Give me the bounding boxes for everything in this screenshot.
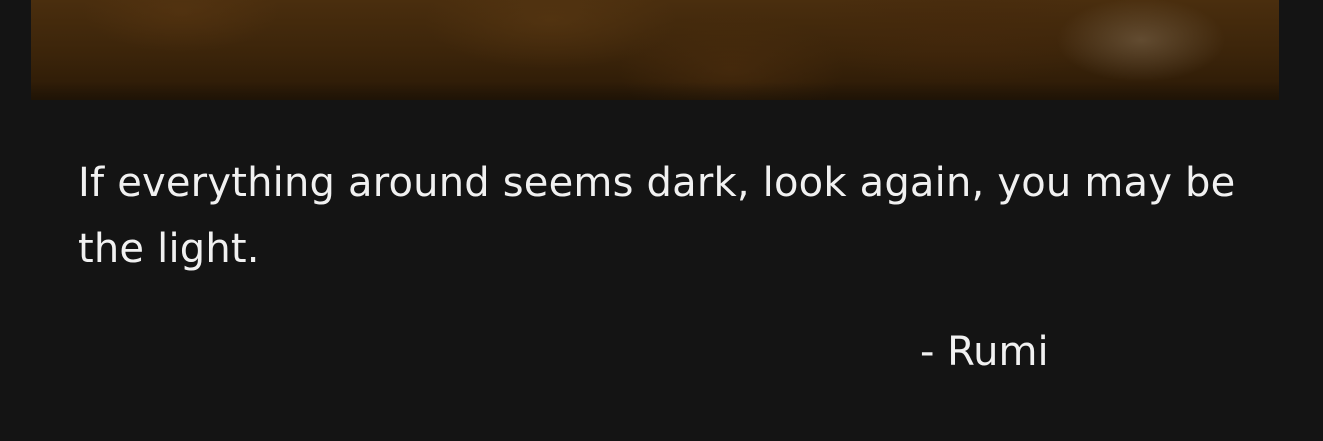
quote-card: If everything around seems dark, look ag… <box>0 0 1323 441</box>
quote-text: If everything around seems dark, look ag… <box>78 160 1236 272</box>
quote-author: - Rumi <box>920 329 1049 375</box>
header-photo <box>31 0 1279 100</box>
